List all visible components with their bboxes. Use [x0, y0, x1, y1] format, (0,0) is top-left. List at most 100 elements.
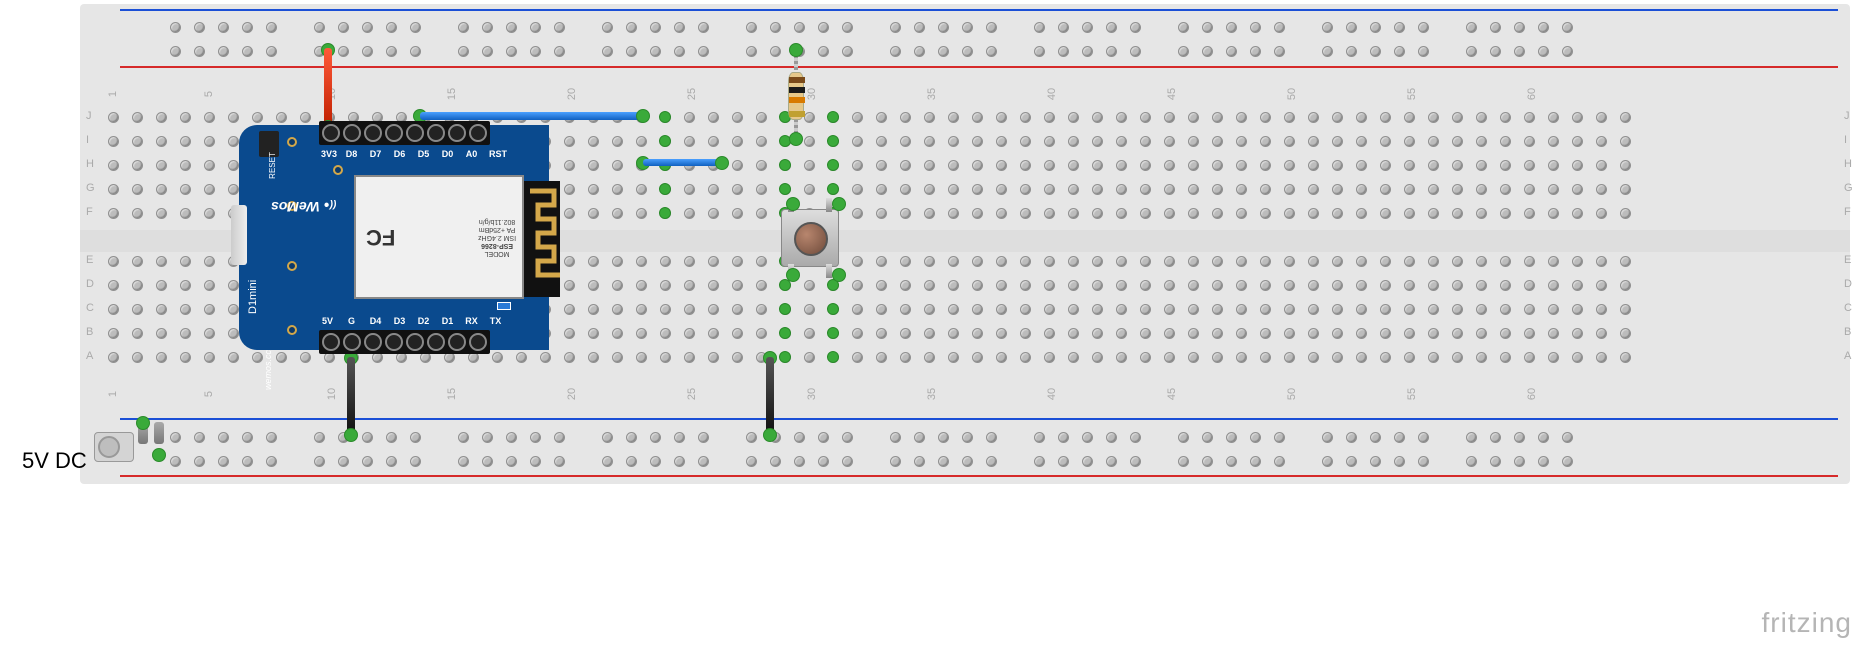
- tie-hole[interactable]: [1284, 112, 1295, 123]
- rail-hole[interactable]: [1514, 22, 1525, 33]
- tie-hole[interactable]: [1020, 160, 1031, 171]
- tie-hole[interactable]: [1308, 208, 1319, 219]
- tie-hole[interactable]: [1452, 184, 1463, 195]
- rail-hole[interactable]: [1034, 456, 1045, 467]
- tie-hole[interactable]: [684, 184, 695, 195]
- rail-hole[interactable]: [218, 432, 229, 443]
- tie-hole[interactable]: [852, 280, 863, 291]
- rail-hole[interactable]: [1274, 46, 1285, 57]
- tie-hole[interactable]: [660, 304, 671, 315]
- tie-hole[interactable]: [108, 160, 119, 171]
- tie-hole[interactable]: [1116, 160, 1127, 171]
- rail-hole[interactable]: [266, 46, 277, 57]
- tie-hole[interactable]: [684, 256, 695, 267]
- rail-hole[interactable]: [194, 456, 205, 467]
- tie-hole[interactable]: [204, 304, 215, 315]
- tie-hole[interactable]: [1404, 328, 1415, 339]
- tie-hole[interactable]: [1068, 328, 1079, 339]
- tie-hole[interactable]: [1596, 208, 1607, 219]
- tie-hole[interactable]: [852, 304, 863, 315]
- tie-hole[interactable]: [996, 208, 1007, 219]
- tie-hole[interactable]: [1356, 184, 1367, 195]
- rail-hole[interactable]: [506, 456, 517, 467]
- tie-hole[interactable]: [852, 328, 863, 339]
- tie-hole[interactable]: [1476, 352, 1487, 363]
- rail-hole[interactable]: [266, 432, 277, 443]
- rail-hole[interactable]: [962, 432, 973, 443]
- tie-hole[interactable]: [732, 328, 743, 339]
- tie-hole[interactable]: [108, 304, 119, 315]
- rail-hole[interactable]: [338, 22, 349, 33]
- tie-hole[interactable]: [1116, 352, 1127, 363]
- rail-hole[interactable]: [746, 456, 757, 467]
- tie-hole[interactable]: [1140, 328, 1151, 339]
- rail-hole[interactable]: [794, 432, 805, 443]
- tie-hole[interactable]: [180, 256, 191, 267]
- tie-hole[interactable]: [756, 256, 767, 267]
- rail-hole[interactable]: [386, 46, 397, 57]
- tie-hole[interactable]: [252, 112, 263, 123]
- rail-hole[interactable]: [770, 456, 781, 467]
- tie-hole[interactable]: [132, 160, 143, 171]
- rail-hole[interactable]: [1322, 22, 1333, 33]
- rail-hole[interactable]: [458, 22, 469, 33]
- tie-hole[interactable]: [1500, 208, 1511, 219]
- rail-hole[interactable]: [242, 22, 253, 33]
- tie-hole[interactable]: [1404, 136, 1415, 147]
- tie-hole[interactable]: [1260, 184, 1271, 195]
- tie-hole[interactable]: [1356, 208, 1367, 219]
- tie-hole[interactable]: [948, 304, 959, 315]
- rail-hole[interactable]: [650, 46, 661, 57]
- tie-hole[interactable]: [1140, 208, 1151, 219]
- tie-hole[interactable]: [1044, 184, 1055, 195]
- tie-hole[interactable]: [1020, 136, 1031, 147]
- tie-hole[interactable]: [756, 208, 767, 219]
- rail-hole[interactable]: [1490, 22, 1501, 33]
- rail-hole[interactable]: [890, 46, 901, 57]
- tie-hole[interactable]: [1068, 112, 1079, 123]
- tie-hole[interactable]: [972, 304, 983, 315]
- rail-hole[interactable]: [938, 46, 949, 57]
- tie-hole[interactable]: [996, 184, 1007, 195]
- rail-hole[interactable]: [602, 432, 613, 443]
- tie-hole[interactable]: [1236, 112, 1247, 123]
- tie-hole[interactable]: [1572, 160, 1583, 171]
- tie-hole[interactable]: [1380, 280, 1391, 291]
- tie-hole[interactable]: [900, 208, 911, 219]
- rail-hole[interactable]: [938, 432, 949, 443]
- tie-hole[interactable]: [1404, 352, 1415, 363]
- tie-hole[interactable]: [948, 352, 959, 363]
- tie-hole[interactable]: [588, 280, 599, 291]
- rail-hole[interactable]: [698, 456, 709, 467]
- tie-hole[interactable]: [1404, 112, 1415, 123]
- tie-hole[interactable]: [252, 352, 263, 363]
- tie-hole[interactable]: [156, 184, 167, 195]
- tie-hole[interactable]: [636, 304, 647, 315]
- rail-hole[interactable]: [1058, 456, 1069, 467]
- tie-hole[interactable]: [660, 280, 671, 291]
- pull-resistor[interactable]: [788, 54, 804, 138]
- tie-hole[interactable]: [1356, 304, 1367, 315]
- tie-hole[interactable]: [900, 160, 911, 171]
- tie-hole[interactable]: [1476, 328, 1487, 339]
- tie-hole[interactable]: [1140, 304, 1151, 315]
- tie-hole[interactable]: [1500, 184, 1511, 195]
- tie-hole[interactable]: [948, 208, 959, 219]
- tie-hole[interactable]: [204, 256, 215, 267]
- tie-hole[interactable]: [1404, 304, 1415, 315]
- dc-barrel-jack[interactable]: [94, 420, 168, 470]
- tie-hole[interactable]: [948, 160, 959, 171]
- tie-hole[interactable]: [636, 136, 647, 147]
- rail-hole[interactable]: [194, 22, 205, 33]
- tie-hole[interactable]: [1188, 304, 1199, 315]
- tie-hole[interactable]: [1308, 352, 1319, 363]
- tie-hole[interactable]: [708, 328, 719, 339]
- rail-hole[interactable]: [1202, 22, 1213, 33]
- tie-hole[interactable]: [756, 136, 767, 147]
- rail-hole[interactable]: [170, 46, 181, 57]
- tie-hole[interactable]: [204, 184, 215, 195]
- tie-hole[interactable]: [1572, 184, 1583, 195]
- tie-hole[interactable]: [732, 304, 743, 315]
- tie-hole[interactable]: [1500, 280, 1511, 291]
- tie-hole[interactable]: [1044, 328, 1055, 339]
